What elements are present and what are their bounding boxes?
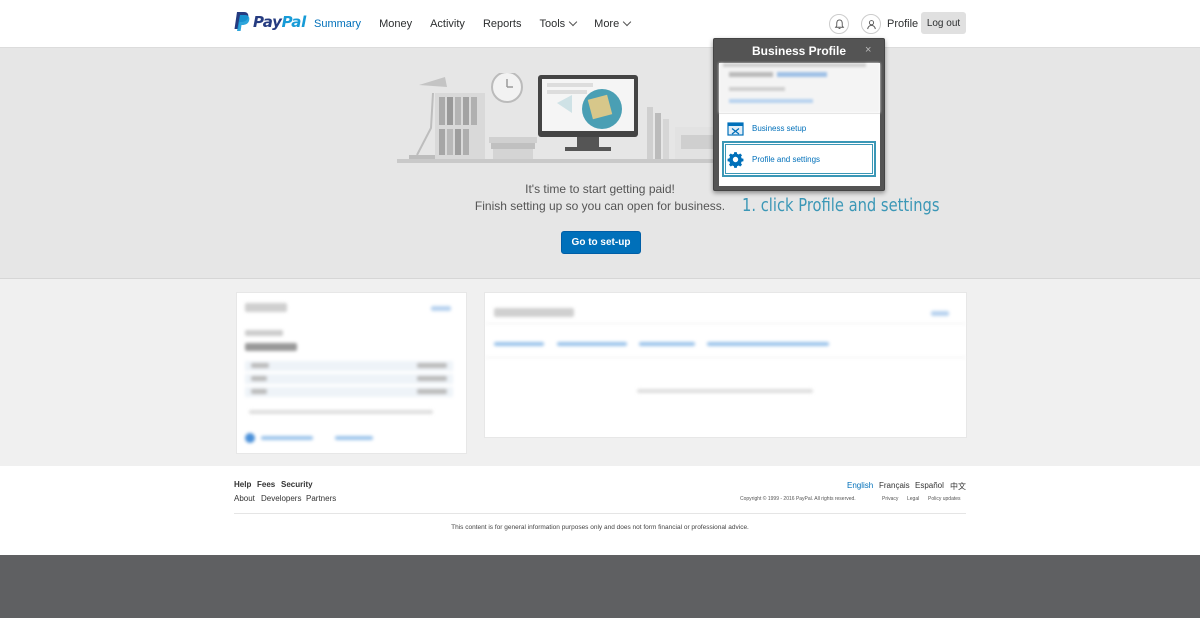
nav-money-label: Money	[379, 17, 413, 30]
close-icon[interactable]: ×	[865, 44, 871, 56]
nav-more-label: More	[594, 17, 620, 30]
nav-reports-label: Reports	[482, 17, 522, 30]
dropdown-panel: Business setup Profile and settings	[719, 63, 880, 186]
paypal-logo-icon	[234, 12, 250, 31]
setup-hero: It's time to start getting paid! Finish …	[0, 48, 1200, 279]
profile-and-settings-label: Profile and settings	[752, 154, 821, 164]
main-nav: Summary Money Activity Reports Tools Mor…	[305, 0, 639, 47]
balance-card	[236, 292, 467, 454]
recent-activity-card	[484, 292, 967, 438]
dropdown-title: Business Profile	[751, 44, 847, 58]
footer-link-privacy[interactable]: Privacy	[882, 496, 898, 502]
footer-link-fees[interactable]: Fees	[257, 480, 275, 489]
nav-money[interactable]: Money	[370, 18, 421, 30]
footer: Help Fees Security About Developers Part…	[0, 466, 1200, 555]
dropdown-item-profile-and-settings[interactable]: Profile and settings	[722, 141, 876, 177]
dropdown-item-business-setup[interactable]: Business setup	[719, 113, 880, 142]
nav-tools[interactable]: Tools	[530, 18, 585, 30]
nav-activity[interactable]: Activity	[421, 18, 474, 30]
language-spanish[interactable]: Español	[915, 481, 944, 490]
business-setup-label: Business setup	[752, 123, 807, 133]
account-info-blurred	[719, 63, 880, 113]
footer-link-partners[interactable]: Partners	[306, 494, 336, 503]
profile-label: Profile	[887, 18, 919, 30]
user-icon	[866, 19, 876, 29]
nav-more[interactable]: More	[585, 18, 639, 30]
business-profile-dropdown: Business Profile × Business setup Profil…	[713, 38, 885, 191]
footer-link-about[interactable]: About	[234, 494, 255, 503]
top-header: PayPal Summary Money Activity Reports To…	[0, 0, 1200, 48]
footer-link-help[interactable]: Help	[234, 480, 251, 489]
chevron-down-icon	[568, 17, 578, 27]
nav-tools-label: Tools	[539, 17, 566, 30]
profile-button[interactable]: Profile	[861, 14, 918, 34]
nav-reports[interactable]: Reports	[474, 18, 531, 30]
gear-icon	[727, 151, 744, 168]
language-french[interactable]: Français	[879, 481, 910, 490]
office-illustration	[397, 73, 737, 163]
page-background: PayPal Summary Money Activity Reports To…	[0, 0, 1200, 555]
paypal-wordmark: PayPal	[253, 13, 306, 31]
chevron-down-icon	[622, 17, 632, 27]
footer-link-legal[interactable]: Legal	[907, 496, 919, 502]
go-to-setup-button[interactable]: Go to set-up	[561, 231, 641, 254]
footer-link-policy-updates[interactable]: Policy updates	[928, 496, 961, 502]
footer-link-developers[interactable]: Developers	[261, 494, 301, 503]
nav-summary[interactable]: Summary	[305, 18, 370, 30]
avatar	[861, 14, 881, 34]
nav-activity-label: Activity	[430, 17, 465, 30]
logout-button[interactable]: Log out	[921, 12, 966, 34]
notifications-button[interactable]	[829, 14, 849, 34]
footer-link-security[interactable]: Security	[281, 480, 313, 489]
tutorial-annotation: 1. click Profile and settings	[742, 196, 940, 216]
copyright-text: Copyright © 1999 - 2016 PayPal. All righ…	[740, 496, 856, 502]
business-setup-icon	[727, 120, 744, 137]
nav-summary-label: Summary	[314, 17, 362, 30]
language-english[interactable]: English	[847, 481, 873, 490]
footer-disclaimer: This content is for general information …	[451, 524, 749, 531]
hero-message-line2: Finish setting up so you can open for bu…	[474, 199, 726, 213]
footer-divider	[234, 513, 966, 514]
language-chinese[interactable]: 中文	[950, 481, 966, 492]
bell-icon	[834, 18, 844, 29]
paypal-logo[interactable]: PayPal	[234, 12, 306, 32]
